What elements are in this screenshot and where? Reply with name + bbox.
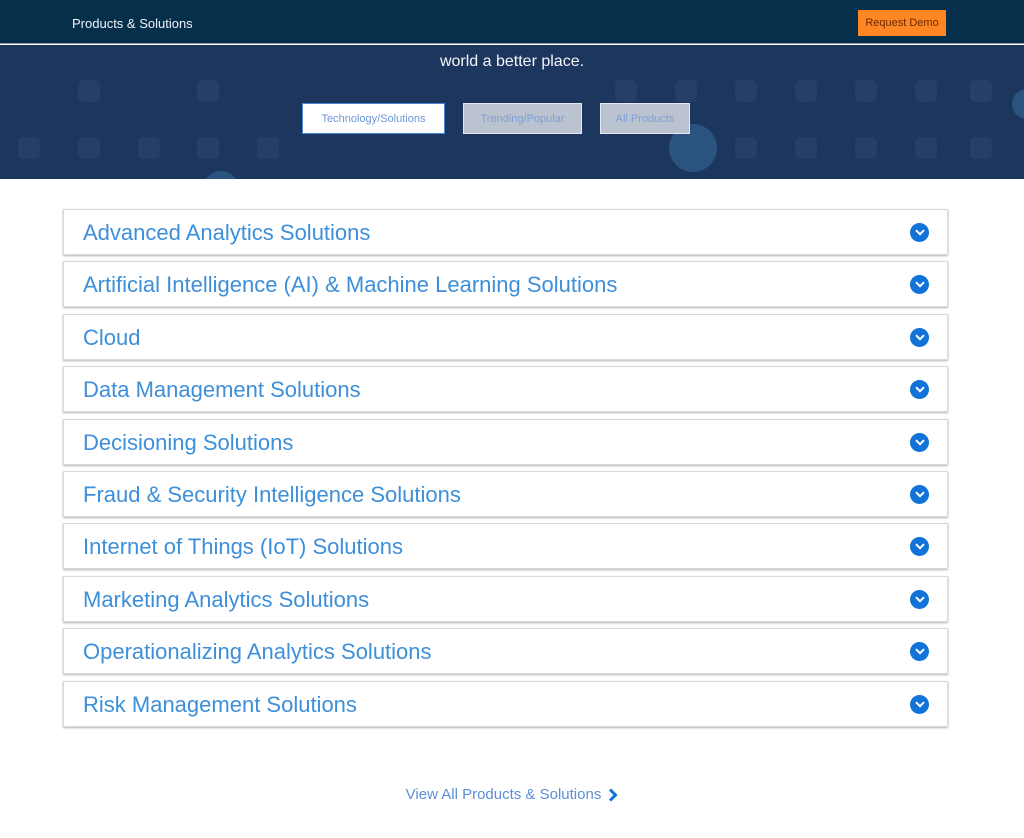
background-decoration-icon [970, 137, 992, 159]
background-decoration-icon [197, 80, 219, 102]
accordion-item-label: Decisioning Solutions [83, 429, 294, 455]
chevron-down-circle-icon[interactable] [910, 380, 929, 400]
background-decoration-icon [735, 137, 757, 159]
background-decoration-icon [915, 80, 937, 102]
background-decoration-icon [675, 80, 697, 102]
chevron-right-icon[interactable] [608, 787, 618, 802]
chevron-down-circle-icon[interactable] [910, 432, 929, 452]
accordion-item-label: Marketing Analytics Solutions [83, 586, 370, 612]
accordion-item-data-management[interactable]: Data Management Solutions [63, 366, 948, 413]
accordion-item-fraud-security[interactable]: Fraud & Security Intelligence Solutions [63, 470, 948, 517]
accordion-item-label: Data Management Solutions [83, 377, 361, 403]
chevron-down-circle-icon[interactable] [910, 327, 929, 347]
chevron-down-circle-icon[interactable] [910, 589, 929, 609]
view-all-products-link[interactable]: View All Products & Solutions [0, 786, 1024, 803]
background-decoration-icon [795, 137, 817, 159]
background-bubble [203, 171, 239, 179]
accordion-item-label: Risk Management Solutions [83, 691, 357, 717]
accordion-item-ai-machine-learning[interactable]: Artificial Intelligence (AI) & Machine L… [63, 261, 948, 308]
background-decoration-icon [18, 137, 40, 159]
background-decoration-icon [855, 80, 877, 102]
chevron-down-circle-icon[interactable] [910, 275, 929, 295]
background-decoration-icon [197, 137, 219, 159]
chevron-down-circle-icon[interactable] [910, 223, 929, 242]
accordion-item-operationalizing-analytics[interactable]: Operationalizing Analytics Solutions [63, 628, 948, 675]
chevron-down-circle-icon[interactable] [910, 642, 929, 662]
request-demo-button[interactable]: Request Demo [858, 10, 946, 36]
accordion-item-label: Fraud & Security Intelligence Solutions [83, 481, 461, 507]
background-decoration-icon [795, 80, 817, 102]
background-decoration-icon [915, 137, 937, 159]
background-decoration-icon [78, 80, 100, 102]
background-decoration-icon [735, 80, 757, 102]
background-decoration-icon [615, 80, 637, 102]
accordion-item-cloud[interactable]: Cloud [63, 313, 948, 360]
accordion-item-advanced-analytics[interactable]: Advanced Analytics Solutions [63, 209, 948, 255]
accordion-item-label: Cloud [83, 324, 141, 350]
nav-title[interactable]: Products & Solutions [72, 16, 193, 31]
accordion-item-label: Operationalizing Analytics Solutions [83, 639, 432, 665]
background-decoration-icon [78, 137, 100, 159]
background-decoration-icon [257, 137, 279, 159]
view-all-label[interactable]: View All Products & Solutions [406, 786, 602, 803]
background-decoration-icon [138, 137, 160, 159]
hero-tagline: world a better place. [439, 53, 585, 70]
solutions-accordion: Advanced Analytics Solutions Artificial … [63, 209, 948, 733]
chevron-down-circle-icon[interactable] [910, 484, 929, 504]
top-nav-bar: Products & Solutions Request Demo [0, 0, 1024, 44]
background-decoration-icon [970, 80, 992, 102]
accordion-item-iot[interactable]: Internet of Things (IoT) Solutions [63, 523, 948, 570]
accordion-item-label: Advanced Analytics Solutions [83, 220, 371, 245]
accordion-item-label: Artificial Intelligence (AI) & Machine L… [83, 272, 618, 298]
filter-tab-trending-popular[interactable]: Trending/Popular [463, 103, 582, 134]
accordion-item-risk-management[interactable]: Risk Management Solutions [63, 680, 948, 727]
chevron-down-circle-icon[interactable] [910, 537, 929, 557]
accordion-item-decisioning[interactable]: Decisioning Solutions [63, 418, 948, 465]
chevron-down-circle-icon[interactable] [910, 694, 929, 714]
hero-banner: world a better place. Technology/Solutio… [0, 45, 1024, 179]
accordion-item-marketing-analytics[interactable]: Marketing Analytics Solutions [63, 575, 948, 622]
filter-tab-all-products[interactable]: All Products [600, 103, 690, 134]
filter-tab-technology-solutions[interactable]: Technology/Solutions [302, 103, 445, 134]
background-decoration-icon [855, 137, 877, 159]
accordion-item-label: Internet of Things (IoT) Solutions [83, 534, 403, 560]
background-bubble [1012, 89, 1024, 119]
